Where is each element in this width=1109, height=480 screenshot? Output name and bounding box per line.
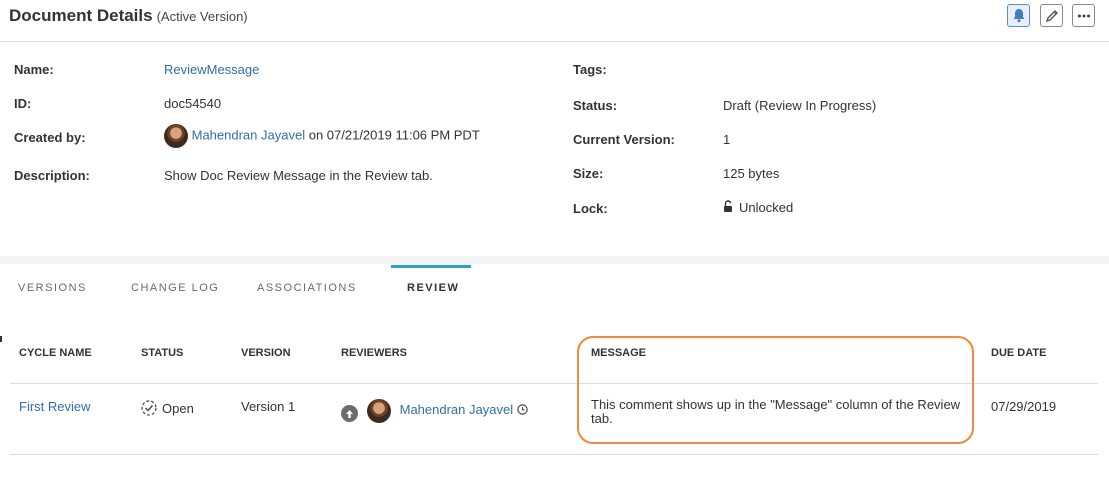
creator-avatar — [164, 124, 188, 148]
current-version-value: 1 — [723, 132, 731, 147]
id-label: ID: — [14, 96, 32, 111]
notify-button[interactable] — [1007, 4, 1030, 27]
page-title-text: Document Details — [9, 6, 153, 25]
tab-change-log[interactable]: CHANGE LOG — [131, 282, 219, 294]
status-value: Draft (Review In Progress) — [723, 98, 877, 113]
edit-button[interactable] — [1040, 4, 1063, 27]
tab-versions[interactable]: VERSIONS — [18, 282, 87, 294]
created-on-text: on 07/21/2019 11:06 PM PDT — [308, 127, 480, 143]
id-value: doc54540 — [164, 96, 222, 111]
reviewer-avatar — [367, 399, 391, 423]
creator-user-link[interactable]: Mahendran Jayavel — [192, 127, 305, 142]
size-value: 125 bytes — [723, 166, 780, 181]
lock-value: Unlocked — [723, 200, 793, 215]
open-status-icon — [141, 400, 157, 416]
page-subtitle: (Active Version) — [156, 9, 248, 24]
clock-icon — [517, 404, 528, 416]
current-version-label: Current Version: — [573, 132, 675, 147]
table-row-divider — [10, 454, 1098, 455]
name-value-link[interactable]: ReviewMessage — [164, 62, 259, 77]
tab-associations[interactable]: ASSOCIATIONS — [257, 282, 357, 294]
cycle-status: Open — [141, 400, 194, 416]
description-label: Description: — [14, 168, 90, 183]
cycle-version: Version 1 — [241, 399, 296, 414]
description-value: Show Doc Review Message in the Review ta… — [164, 168, 433, 183]
column-header-reviewers: REVIEWERS — [341, 347, 408, 359]
unlock-icon — [724, 200, 732, 212]
page-header: Document Details (Active Version) — [0, 0, 1109, 42]
arrow-up-circle-icon[interactable] — [341, 405, 358, 422]
arrow-up-icon — [346, 409, 353, 418]
pencil-icon — [1045, 9, 1058, 22]
more-actions-button[interactable] — [1072, 4, 1095, 27]
lock-value-text: Unlocked — [739, 200, 794, 215]
created-by-value: Mahendran Jayavel on 07/21/2019 11:06 PM… — [164, 124, 480, 148]
cycle-status-text: Open — [162, 401, 194, 416]
name-label: Name: — [14, 62, 54, 77]
column-header-status: STATUS — [141, 347, 184, 359]
active-tab-indicator — [391, 265, 471, 268]
message-highlight-annotation — [577, 336, 974, 444]
lock-label: Lock: — [573, 201, 608, 216]
cycle-name-link[interactable]: First Review — [19, 399, 91, 414]
bell-icon — [1013, 9, 1024, 23]
column-header-cycle-name: CYCLE NAME — [19, 347, 92, 359]
column-header-due-date: DUE DATE — [991, 347, 1047, 359]
reviewer-user-link[interactable]: Mahendran Jayavel — [400, 402, 513, 417]
tabs-separator — [0, 256, 1109, 264]
due-date: 07/29/2019 — [991, 399, 1057, 414]
column-header-version: VERSION — [241, 347, 291, 359]
created-by-label: Created by: — [14, 130, 86, 145]
more-icon — [1077, 14, 1090, 17]
status-label: Status: — [573, 98, 618, 113]
reviewer-entry: Mahendran Jayavel — [367, 399, 528, 423]
tab-review[interactable]: REVIEW — [407, 282, 459, 294]
size-label: Size: — [573, 166, 604, 181]
page-title: Document Details (Active Version) — [9, 6, 248, 26]
tags-label: Tags: — [573, 62, 607, 77]
edge-marker — [0, 336, 2, 342]
